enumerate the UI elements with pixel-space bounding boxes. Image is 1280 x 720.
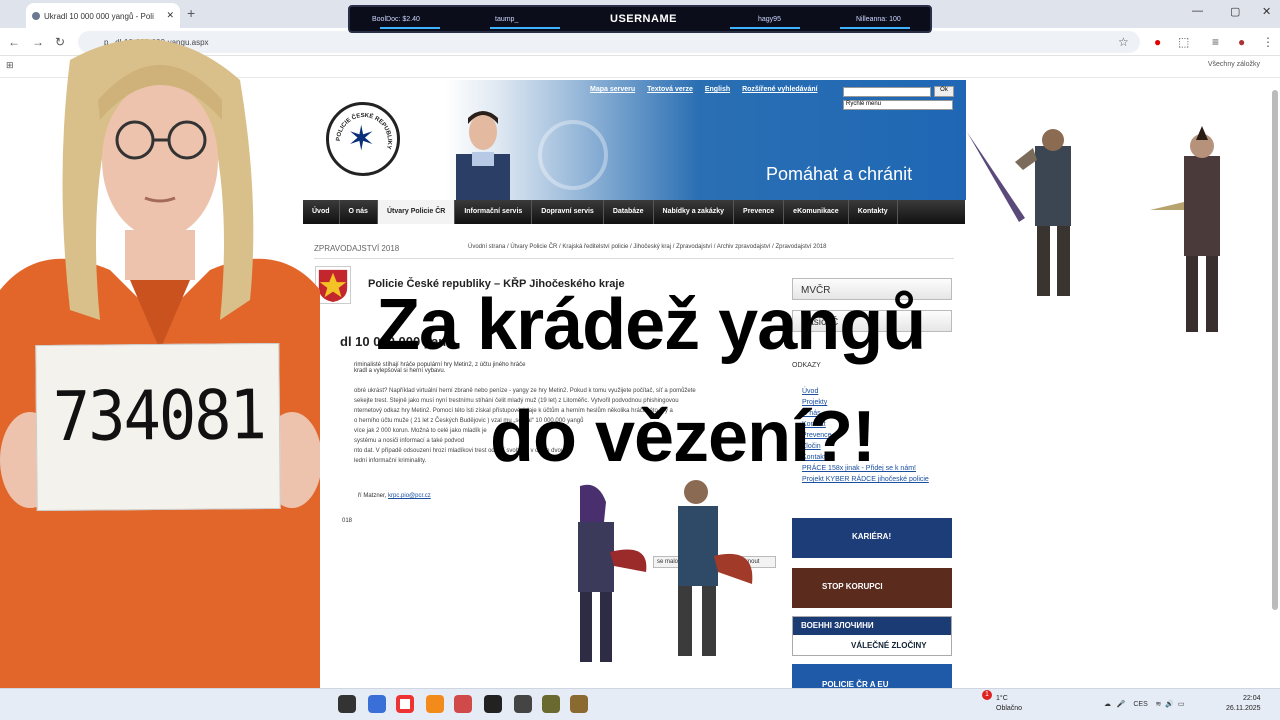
- overlay-player-1: BoolDoc: $2.40: [372, 16, 420, 23]
- top-links: Mapa serveru Textová verze English Rozší…: [590, 86, 828, 93]
- battery-icon[interactable]: ▭: [1178, 701, 1185, 708]
- banner-stop-korupci[interactable]: STOP KORUPCI: [792, 568, 952, 608]
- game-overlay-bar: BoolDoc: $2.40 taump_ USERNAME hagy95 Ni…: [348, 5, 932, 33]
- volume-icon[interactable]: 🔊: [1165, 701, 1174, 708]
- menu-item[interactable]: Nabídky a zakázky: [654, 200, 735, 224]
- banner-war-crimes[interactable]: ВОЕННІ ЗЛОЧИНИ VÁLEČNÉ ZLOČINY: [792, 616, 952, 656]
- maximize-icon[interactable]: ▢: [1230, 5, 1240, 18]
- weather-badge: 1: [982, 690, 992, 700]
- article-author: ří Matzner, krpc.pio@pcr.cz: [358, 493, 431, 499]
- all-bookmarks-link[interactable]: Všechny záložky: [1208, 61, 1260, 68]
- divider: [314, 258, 954, 259]
- top-link[interactable]: English: [705, 86, 730, 93]
- menu-item-active[interactable]: Útvary Policie ČR: [377, 200, 456, 224]
- banner-eu[interactable]: POLICIE ČR A EU: [792, 664, 952, 690]
- menu-item[interactable]: O nás: [340, 200, 378, 224]
- main-menu: Úvod O nás Útvary Policie ČR Informační …: [303, 200, 965, 224]
- thumbnail-headline-line1: Za krádež yangů: [376, 285, 926, 365]
- metin2-ninja-female-image: [578, 484, 647, 662]
- overlay-player-4: Nilleanna: 100: [856, 16, 901, 23]
- minimize-icon[interactable]: —: [1192, 5, 1203, 17]
- taskbar-app-icon[interactable]: [484, 695, 502, 713]
- microphone-icon[interactable]: 🎤: [1117, 701, 1126, 708]
- page-scrollbar[interactable]: [1272, 90, 1278, 610]
- article-paragraph: obré ukrást? Například virtuální herní z…: [354, 388, 696, 394]
- top-link[interactable]: Textová verze: [647, 86, 693, 93]
- taskbar-app-icon[interactable]: [368, 695, 386, 713]
- article-year: 018: [342, 518, 353, 524]
- taskbar-app-icon[interactable]: [454, 695, 472, 713]
- top-link[interactable]: Rozšířené vyhledávání: [742, 86, 817, 93]
- overlay-underline: [490, 27, 560, 29]
- chrome-icon[interactable]: [396, 695, 414, 713]
- clock-time: 22:04: [1242, 695, 1261, 702]
- top-link[interactable]: Mapa serveru: [590, 86, 635, 93]
- quick-menu-select[interactable]: Rychlé menu: [843, 100, 953, 110]
- windows-taskbar: [0, 688, 1280, 720]
- taskbar-app-icon[interactable]: [338, 695, 356, 713]
- taskbar-app-icon[interactable]: [570, 695, 588, 713]
- taskbar-clock[interactable]: 22:04 26.11.2025: [1226, 694, 1261, 714]
- mugshot-sign: 734081: [35, 342, 281, 512]
- breadcrumb[interactable]: Úvodní strana / Útvary Policie ČR / Kraj…: [468, 244, 826, 250]
- banner-war-crimes-cz: VÁLEČNÉ ZLOČINY: [851, 641, 927, 650]
- menu-item[interactable]: Dopravní servis: [532, 200, 604, 224]
- author-name: ří Matzner,: [358, 493, 387, 499]
- menu-item[interactable]: Kontakty: [849, 200, 898, 224]
- menu-dots-icon[interactable]: ⋮: [1262, 35, 1274, 49]
- officer-photo: [456, 111, 510, 200]
- close-window-icon[interactable]: ✕: [1262, 5, 1271, 18]
- banner-kariera[interactable]: KARIÉRA!: [792, 518, 952, 558]
- site-slogan: Pomáhat a chránit: [766, 164, 913, 184]
- weather-desc: Oblačno: [996, 705, 1023, 712]
- taskbar-app-icon[interactable]: [514, 695, 532, 713]
- section-title: ZPRAVODAJSTVÍ 2018: [314, 244, 400, 253]
- weather-temp: 1°C: [996, 695, 1008, 702]
- site-search-button[interactable]: Ok: [934, 86, 954, 97]
- police-emblem-logo[interactable]: POLICIE ČESKÉ REPUBLIKY ✶: [326, 102, 400, 176]
- taskbar-app-icon[interactable]: [426, 695, 444, 713]
- metin2-ninja-male-image: [678, 480, 753, 656]
- weather-widget[interactable]: 1°C Oblačno: [996, 694, 1022, 714]
- overlay-player-3: hagy95: [758, 16, 781, 23]
- site-search-input[interactable]: [843, 87, 931, 97]
- extensions-icon[interactable]: ⬚: [1178, 35, 1189, 49]
- taskbar-app-icon[interactable]: [542, 695, 560, 713]
- system-tray[interactable]: ☁ 🎤 CES ≋ 🔊 ▭: [1104, 700, 1185, 708]
- header-emblem-decoration: [538, 120, 608, 190]
- banner-war-crimes-ua: ВОЕННІ ЗЛОЧИНИ: [793, 617, 951, 635]
- regional-coat-of-arms-logo: [315, 266, 351, 304]
- mugshot-number: 734081: [52, 374, 266, 457]
- favicon-icon: [32, 12, 40, 20]
- thumbnail-headline-line2: do vězení?!: [490, 397, 876, 477]
- menu-item[interactable]: Databáze: [604, 200, 654, 224]
- profile-avatar[interactable]: ●: [1238, 35, 1245, 49]
- metin2-warrior-sword-image: [967, 129, 1071, 296]
- police-star-icon: ✶: [347, 120, 376, 158]
- clock-date: 26.11.2025: [1226, 705, 1261, 712]
- language-indicator[interactable]: CES: [1133, 701, 1147, 708]
- menu-item[interactable]: Informační servis: [455, 200, 533, 224]
- cloud-icon[interactable]: ☁: [1104, 701, 1111, 708]
- overlay-underline: [730, 27, 800, 29]
- overlay-username: USERNAME: [610, 13, 677, 25]
- bookmark-star-icon[interactable]: ☆: [1118, 35, 1129, 49]
- overlay-player-2: taump_: [495, 16, 519, 23]
- overlay-underline: [840, 27, 910, 29]
- menu-item[interactable]: Prevence: [734, 200, 785, 224]
- opera-icon[interactable]: ●: [1154, 35, 1161, 49]
- reading-list-icon[interactable]: ≡: [1212, 35, 1219, 49]
- menu-item[interactable]: eKomunikace: [784, 200, 849, 224]
- metin2-warrior-mage-image: [1150, 126, 1220, 332]
- author-email-link[interactable]: krpc.pio@pcr.cz: [388, 493, 431, 499]
- overlay-underline: [380, 27, 440, 29]
- new-tab-icon[interactable]: +: [187, 5, 195, 21]
- wifi-icon[interactable]: ≋: [1156, 701, 1162, 708]
